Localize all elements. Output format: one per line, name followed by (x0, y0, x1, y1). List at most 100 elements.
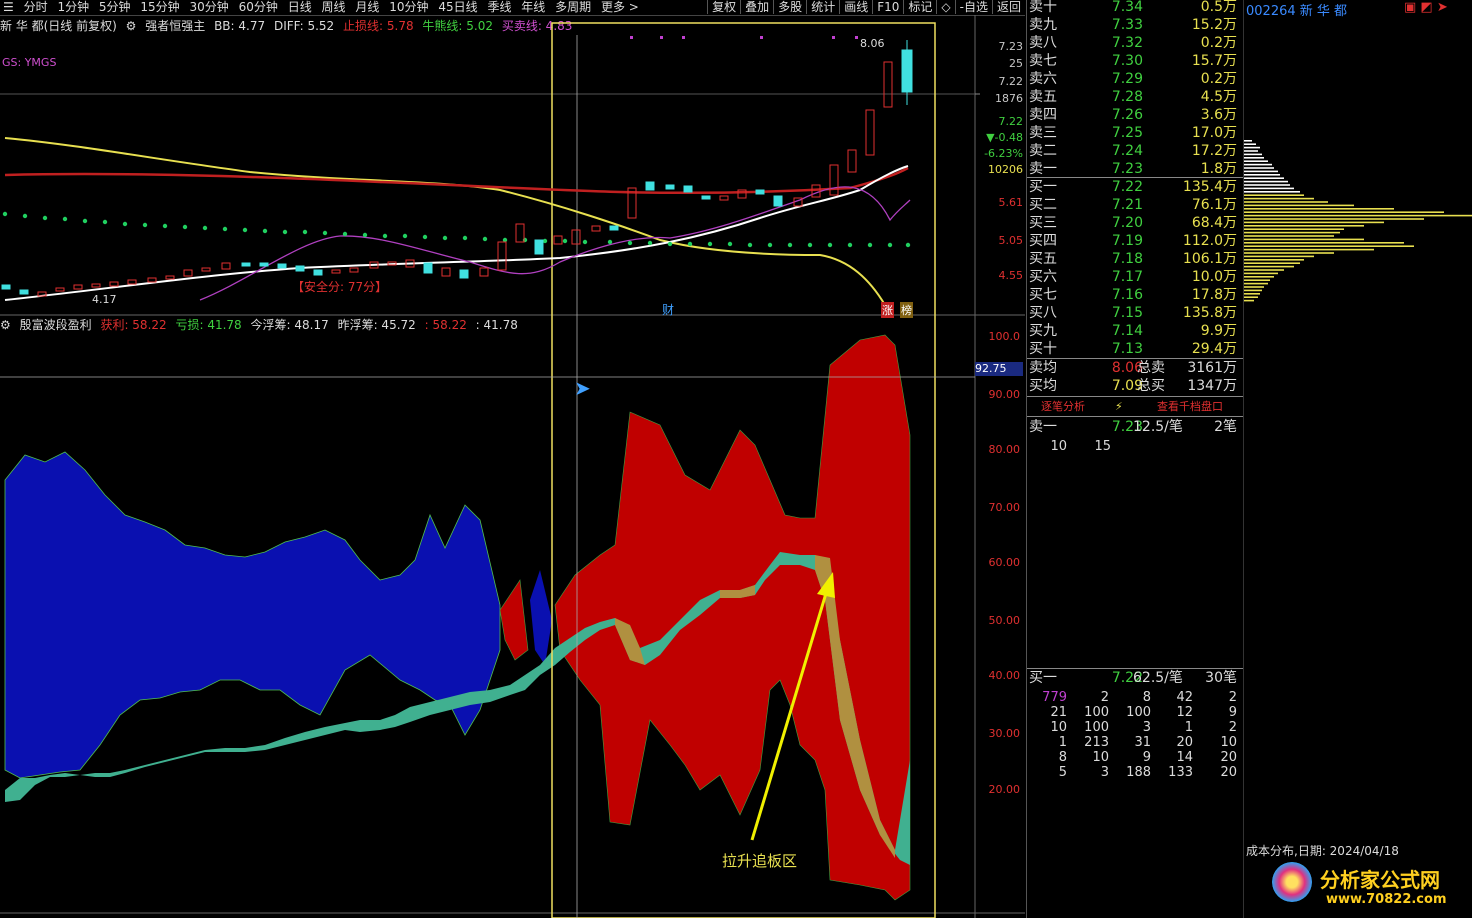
f10-button[interactable]: F10 (872, 0, 903, 14)
gear-icon[interactable]: ⚙ (0, 318, 11, 332)
zhang-badge[interactable]: 涨 (881, 302, 894, 318)
blue-band (4, 451, 501, 779)
chip-bar (1244, 177, 1284, 179)
axis-label: 100.0 (988, 330, 1021, 343)
buy-row[interactable]: 买九 7.14 9.9万 (1029, 322, 1241, 340)
remove-watchlist-button[interactable]: -自选 (954, 0, 992, 14)
axis-label: 80.00 (988, 443, 1021, 456)
axis-label: 20.00 (988, 783, 1021, 796)
axis-label: 30.00 (988, 727, 1021, 740)
book-divider (1027, 416, 1243, 417)
today-float-value: 今浮筹: 48.17 (250, 318, 329, 332)
stats-button[interactable]: 统计 (806, 0, 839, 14)
period-tab-weekly[interactable]: 周线 (319, 0, 349, 15)
sell-one-detail: 卖一 7.23 12.5/笔 2笔 (1029, 418, 1241, 436)
buy-row[interactable]: 买一 7.22 135.4万 (1029, 178, 1241, 196)
blue-band-right (530, 570, 552, 665)
toolbar-icons[interactable]: ▣ ◩ ➤ (1404, 0, 1448, 15)
chip-bar (1244, 248, 1374, 251)
period-tab-daily[interactable]: 日线 (285, 0, 315, 15)
book-tabs: 逐笔分析 ⚡ 查看千档盘口 (1027, 398, 1243, 415)
avg_sell-label: 卖均 (1029, 360, 1057, 376)
sell-price: 7.33 (1111, 17, 1143, 33)
diamond-icon[interactable]: ◇ (936, 0, 954, 14)
period-tab-quarter[interactable]: 季线 (484, 0, 514, 15)
buy-row[interactable]: 买二 7.21 76.1万 (1029, 196, 1241, 214)
stock-code-title[interactable]: 002264 新 华 都 (1246, 0, 1347, 19)
queue-cell: 42 (1176, 690, 1193, 705)
chip-bar (1244, 214, 1472, 217)
period-tab-10min[interactable]: 10分钟 (386, 0, 431, 15)
period-tab-1min[interactable]: 1分钟 (54, 0, 92, 15)
indicator-name[interactable]: 殷富波段盈利 (20, 318, 92, 332)
period-tab-5min[interactable]: 5分钟 (96, 0, 134, 15)
sell-row[interactable]: 卖四 7.26 3.6万 (1029, 106, 1241, 124)
chip-bar (1244, 191, 1300, 193)
buy-row[interactable]: 买七 7.16 17.8万 (1029, 286, 1241, 304)
period-tab-30min[interactable]: 30分钟 (186, 0, 231, 15)
tab-depth-view[interactable]: 查看千档盘口 (1157, 398, 1223, 415)
fuquan-button[interactable]: 复权 (707, 0, 740, 14)
period-tab-monthly[interactable]: 月线 (352, 0, 382, 15)
buy-one-detail: 买一 7.22 62.5/笔 30笔 (1029, 669, 1241, 687)
axis-label: -6.23% (984, 147, 1023, 160)
sell-row[interactable]: 卖二 7.24 17.2万 (1029, 142, 1241, 160)
menu-icon[interactable]: ☰ (0, 0, 17, 15)
buy-label: 买一 (1029, 179, 1057, 195)
low-price-label: 4.17 (92, 293, 117, 306)
profit-value: 获利: 58.22 (100, 318, 167, 332)
chip-bar (1244, 231, 1340, 234)
kline-chart[interactable] (0, 15, 1025, 918)
overlay-button[interactable]: 叠加 (740, 0, 773, 14)
avg_buy-label: 买均 (1029, 378, 1057, 394)
yesterday-float-value: 昨浮筹: 45.72 (337, 318, 416, 332)
buy-row[interactable]: 买三 7.20 68.4万 (1029, 214, 1241, 232)
period-tab-60min[interactable]: 60分钟 (236, 0, 281, 15)
cai-marker[interactable]: 财 (662, 301, 674, 318)
period-tab-15min[interactable]: 15分钟 (137, 0, 182, 15)
sell-price: 7.29 (1111, 71, 1143, 87)
sell-row[interactable]: 卖十 7.34 0.5万 (1029, 0, 1241, 16)
buy-row[interactable]: 买六 7.17 10.0万 (1029, 268, 1241, 286)
period-tab-more[interactable]: 更多 > (598, 0, 642, 15)
chip-bar (1244, 252, 1334, 254)
queue-row: 5 3 188 133 20 (1027, 765, 1243, 780)
queue-cell: 3 (1100, 765, 1109, 780)
sell-row[interactable]: 卖三 7.25 17.0万 (1029, 124, 1241, 142)
chip-bar (1244, 187, 1294, 190)
tab-tick-analysis[interactable]: 逐笔分析 (1041, 398, 1085, 415)
back-button[interactable]: 返回 (991, 0, 1025, 14)
sell-price: 7.26 (1111, 107, 1143, 123)
axis-label: 7.22 (998, 115, 1024, 128)
period-tab-year[interactable]: 年线 (518, 0, 548, 15)
buy-row[interactable]: 买八 7.15 135.8万 (1029, 304, 1241, 322)
sell-row[interactable]: 卖八 7.32 0.2万 (1029, 34, 1241, 52)
period-tab-45day[interactable]: 45日线 (435, 0, 480, 15)
period-tab-fenshi[interactable]: 分时 (21, 0, 51, 15)
buy-row[interactable]: 买五 7.18 106.1万 (1029, 250, 1241, 268)
sell-label: 卖二 (1029, 143, 1057, 159)
axis-label: 50.00 (988, 614, 1021, 627)
draw-line-button[interactable]: 画线 (839, 0, 872, 14)
avg_buy-total: 1347万 (1187, 378, 1237, 394)
sell-row[interactable]: 卖七 7.30 15.7万 (1029, 52, 1241, 70)
sell-row[interactable]: 卖六 7.29 0.2万 (1029, 70, 1241, 88)
queue-cell: 14 (1176, 750, 1193, 765)
mark-button[interactable]: 标记 (903, 0, 936, 14)
buy-row[interactable]: 买四 7.19 112.0万 (1029, 232, 1241, 250)
sell-row[interactable]: 卖九 7.33 15.2万 (1029, 16, 1241, 34)
chip-bar (1244, 276, 1274, 278)
queue-cell: 21 (1050, 705, 1067, 720)
bang-badge[interactable]: 榜 (900, 302, 913, 318)
lightning-icon[interactable]: ⚡ (1115, 398, 1123, 415)
period-tab-multi[interactable]: 多周期 (552, 0, 594, 15)
axis-label: 10206 (988, 163, 1023, 176)
sell-label: 卖九 (1029, 17, 1057, 33)
multi-stock-button[interactable]: 多股 (773, 0, 806, 14)
buy-row[interactable]: 买十 7.13 29.4万 (1029, 340, 1241, 358)
sell-row[interactable]: 卖一 7.23 1.8万 (1029, 160, 1241, 178)
sell-volume: 17.2万 (1191, 143, 1237, 159)
queue-cell: 779 (1042, 690, 1067, 705)
sell-row[interactable]: 卖五 7.28 4.5万 (1029, 88, 1241, 106)
queue-cell: 9 (1142, 750, 1151, 765)
